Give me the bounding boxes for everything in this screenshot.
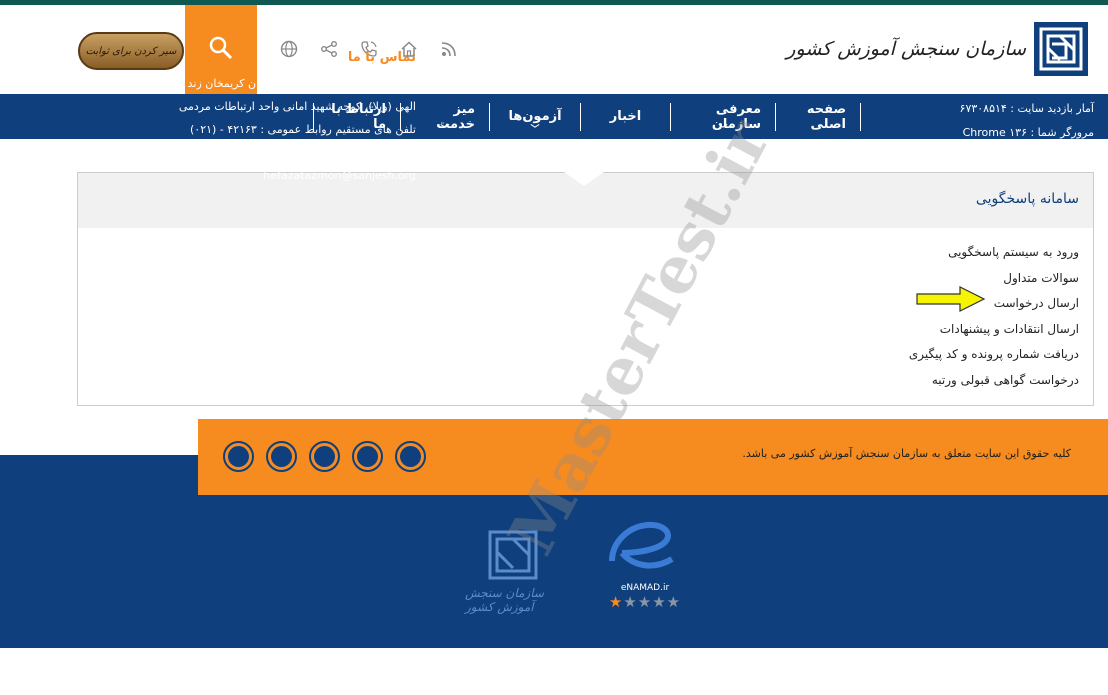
enamad-label: eNAMAD.ir — [620, 583, 670, 593]
contact-address: واحد ارتباطات مردمی: تهران، خیابان کریمخ… — [101, 77, 416, 113]
enamad-badge[interactable]: eNAMAD.ir ★★★★★ — [600, 513, 690, 623]
link-feedback[interactable]: ارسال انتقادات و پیشنهادات — [78, 317, 1079, 343]
helpdesk-panel: سامانه پاسخگویی ورود به سیستم پاسخگویی س… — [77, 172, 1094, 406]
nav-item-about[interactable]: معرفی سازمان ﹀ — [671, 94, 775, 139]
link-tracking-code[interactable]: دریافت شماره پرونده و کد پیگیری — [78, 342, 1079, 368]
social-links — [223, 441, 426, 472]
copyright-text: کلیه حقوق این سایت متعلق به سازمان سنجش … — [742, 447, 1071, 460]
stat-visits: آمار بازدید سایت : ۶۷۳۰۸۵۱۴ — [959, 102, 1094, 115]
contact-email[interactable]: hefazatazmon@sanjesh.org — [96, 164, 416, 187]
logo-emblem — [1034, 22, 1088, 76]
logo-text: سازمان سنجش آموزش کشور — [786, 38, 1026, 60]
nav-item-news[interactable]: اخبار — [581, 94, 670, 139]
nav-item-exams[interactable]: آزمون‌ها ﹀ — [490, 94, 580, 139]
enamad-stars: ★★★★★ — [608, 593, 682, 611]
panel-notch — [564, 172, 604, 186]
link-login-system[interactable]: ورود به سیستم پاسخگویی — [78, 240, 1079, 266]
nav-item-home[interactable]: صفحه اصلی — [776, 94, 860, 139]
stat-ip: IP شما :۱۵۱.۲۳۸.۱۴۷.۱۸۵ — [973, 150, 1094, 163]
stat-last-update: آخرین بروزرسانی سایت : ۱۴۰۴/۰۳/۱۰ ۱۵:۳۱ — [887, 78, 1094, 91]
nav-separator — [860, 102, 861, 131]
link-acceptance-certificate[interactable]: درخواست گواهی قبولی ورتبه — [78, 368, 1079, 394]
chevron-down-icon: ﹀ — [530, 125, 540, 135]
social-icon[interactable] — [352, 441, 383, 472]
chevron-down-icon: ﹀ — [718, 125, 728, 135]
footer-logo: سازمان سنجش آموزش کشور — [465, 530, 560, 620]
footer-bar: کلیه حقوق این سایت متعلق به سازمان سنجش … — [198, 419, 1108, 495]
panel-title: سامانه پاسخگویی — [975, 191, 1079, 207]
stat-browser: مرورگر شما : Chrome ۱۳۶ — [962, 126, 1094, 139]
arrow-right-icon — [916, 286, 986, 312]
enamad-logo-icon — [609, 521, 674, 569]
contact-phone: تلفن های مستقیم روابط عمومی : ۴۲۱۶۳ - (۰… — [189, 123, 416, 136]
rss-icon[interactable] — [438, 38, 460, 60]
site-logo[interactable]: سازمان سنجش آموزش کشور — [786, 22, 1088, 76]
chevron-down-icon: ﹀ — [440, 125, 450, 135]
site-stats: آخرین بروزرسانی سایت : ۱۴۰۴/۰۳/۱۰ ۱۵:۳۱ … — [887, 73, 1094, 169]
contact-security: تماس با اداره حراست و حفاظت آزمون ها : — [215, 146, 416, 159]
contact-title: تماس با ما — [347, 50, 416, 65]
social-icon[interactable] — [309, 441, 340, 472]
social-icon[interactable] — [266, 441, 297, 472]
footer-logo-emblem — [488, 530, 537, 580]
contact-info: تماس با ما واحد ارتباطات مردمی: تهران، خ… — [96, 50, 416, 187]
social-icon[interactable] — [395, 441, 426, 472]
social-icon[interactable] — [223, 441, 254, 472]
